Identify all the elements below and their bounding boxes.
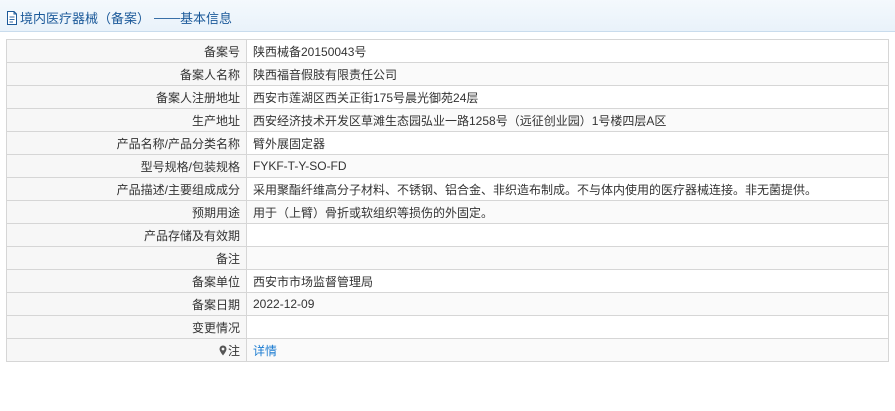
field-label: 产品名称/产品分类名称 [6, 131, 247, 155]
field-label: 变更情况 [6, 315, 247, 339]
field-value: 臂外展固定器 [246, 131, 889, 155]
table-row: 预期用途 用于（上臂）骨折或软组织等损伤的外固定。 [6, 200, 889, 224]
field-value: 西安经济技术开发区草滩生态园弘业一路1258号（远征创业园）1号楼四层A区 [246, 108, 889, 132]
field-label: 预期用途 [6, 200, 247, 224]
table-row: 产品存储及有效期 [6, 223, 889, 247]
table-row: 备案人名称 陕西福音假肢有限责任公司 [6, 62, 889, 86]
table-row: 备注 [6, 246, 889, 270]
table-row: 备案日期 2022-12-09 [6, 292, 889, 316]
note-value-cell: 详情 [246, 338, 889, 362]
field-value: 陕西械备20150043号 [246, 39, 889, 63]
table-row: 生产地址 西安经济技术开发区草滩生态园弘业一路1258号（远征创业园）1号楼四层… [6, 108, 889, 132]
page-header: 境内医疗器械（备案） —— 基本信息 [0, 0, 895, 32]
table-row: 备案人注册地址 西安市莲湖区西关正街175号晨光御苑24层 [6, 85, 889, 109]
note-row: 注 详情 [6, 338, 889, 362]
field-label: 备案人名称 [6, 62, 247, 86]
field-label: 备案单位 [6, 269, 247, 293]
document-icon [6, 10, 18, 25]
section-subtitle: 基本信息 [180, 11, 233, 26]
field-label: 备案人注册地址 [6, 85, 247, 109]
table-row: 变更情况 [6, 315, 889, 339]
field-label: 生产地址 [6, 108, 247, 132]
field-value: 用于（上臂）骨折或软组织等损伤的外固定。 [246, 200, 889, 224]
field-label: 备注 [6, 246, 247, 270]
title-separator: —— [154, 10, 181, 25]
field-label: 备案日期 [6, 292, 247, 316]
field-value [246, 315, 889, 339]
basic-info-table: 备案号 陕西械备20150043号 备案人名称 陕西福音假肢有限责任公司 备案人… [6, 39, 889, 362]
field-label: 产品存储及有效期 [6, 223, 247, 247]
category-title: 境内医疗器械（备案） [20, 11, 151, 26]
field-label: 产品描述/主要组成成分 [6, 177, 247, 201]
field-value: 陕西福音假肢有限责任公司 [246, 62, 889, 86]
table-row: 产品名称/产品分类名称 臂外展固定器 [6, 131, 889, 155]
field-value: 2022-12-09 [246, 292, 889, 316]
field-value [246, 246, 889, 270]
header-title: 境内医疗器械（备案） —— 基本信息 [6, 8, 232, 27]
details-link[interactable]: 详情 [253, 344, 277, 358]
pin-icon [219, 345, 227, 356]
note-label-cell: 注 [6, 338, 247, 362]
field-value: 西安市莲湖区西关正街175号晨光御苑24层 [246, 85, 889, 109]
field-label: 备案号 [6, 39, 247, 63]
field-value: FYKF-T-Y-SO-FD [246, 154, 889, 178]
table-row: 备案号 陕西械备20150043号 [6, 39, 889, 63]
table-row: 产品描述/主要组成成分 采用聚酯纤维高分子材料、不锈钢、铝合金、非织造布制成。不… [6, 177, 889, 201]
table-row: 备案单位 西安市市场监督管理局 [6, 269, 889, 293]
table-row: 型号规格/包装规格 FYKF-T-Y-SO-FD [6, 154, 889, 178]
note-label: 注 [227, 343, 240, 358]
field-value: 采用聚酯纤维高分子材料、不锈钢、铝合金、非织造布制成。不与体内使用的医疗器械连接… [246, 177, 889, 201]
field-value: 西安市市场监督管理局 [246, 269, 889, 293]
field-value [246, 223, 889, 247]
field-label: 型号规格/包装规格 [6, 154, 247, 178]
